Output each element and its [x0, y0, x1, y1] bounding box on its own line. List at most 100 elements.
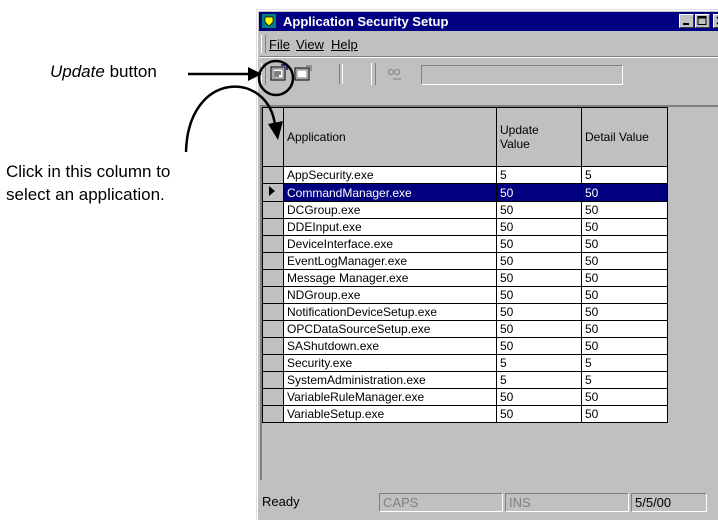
cell-detail-value[interactable]: 50 — [581, 337, 668, 355]
toolbar-separator — [339, 64, 343, 84]
cell-update-value[interactable]: 5 — [496, 166, 582, 184]
cell-application[interactable]: DeviceInterface.exe — [283, 235, 497, 253]
cell-detail-value[interactable]: 50 — [581, 405, 668, 423]
detail-button[interactable] — [292, 63, 314, 85]
row-selector[interactable] — [262, 218, 284, 236]
table-row[interactable]: DCGroup.exe 50 50 — [262, 201, 668, 219]
minimize-button[interactable] — [679, 14, 694, 28]
cell-application[interactable]: EventLogManager.exe — [283, 252, 497, 270]
row-selector[interactable] — [262, 303, 284, 321]
column-header-application[interactable]: Application — [283, 107, 497, 167]
application-table: Application Update Value Detail Value Ap… — [262, 107, 668, 423]
cell-update-value[interactable]: 50 — [496, 320, 582, 338]
cell-update-value[interactable]: 5 — [496, 354, 582, 372]
close-button[interactable] — [713, 14, 718, 28]
cell-application[interactable]: VariableSetup.exe — [283, 405, 497, 423]
minimize-icon — [683, 23, 689, 25]
cell-application[interactable]: CommandManager.exe — [283, 183, 497, 202]
maximize-icon — [697, 16, 707, 25]
menu-help[interactable]: Help — [331, 37, 358, 52]
cell-application[interactable]: DCGroup.exe — [283, 201, 497, 219]
table-row[interactable]: OPCDataSourceSetup.exe 50 50 — [262, 320, 668, 338]
table-row[interactable]: DeviceInterface.exe 50 50 — [262, 235, 668, 253]
cell-application[interactable]: DDEInput.exe — [283, 218, 497, 236]
table-row[interactable]: Security.exe 5 5 — [262, 354, 668, 372]
cell-detail-value[interactable]: 50 — [581, 183, 668, 202]
table-row[interactable]: NotificationDeviceSetup.exe 50 50 — [262, 303, 668, 321]
cell-application[interactable]: VariableRuleManager.exe — [283, 388, 497, 406]
find-combo[interactable] — [421, 65, 623, 85]
cell-update-value[interactable]: 50 — [496, 183, 582, 202]
table-row[interactable]: Message Manager.exe 50 50 — [262, 269, 668, 287]
cell-update-value[interactable]: 50 — [496, 388, 582, 406]
row-selector[interactable] — [262, 183, 284, 202]
column-header-update-value[interactable]: Update Value — [496, 107, 582, 167]
cell-update-value[interactable]: 50 — [496, 252, 582, 270]
cell-application[interactable]: NotificationDeviceSetup.exe — [283, 303, 497, 321]
cell-detail-value[interactable]: 5 — [581, 354, 668, 372]
cell-update-value[interactable]: 50 — [496, 286, 582, 304]
row-selector[interactable] — [262, 371, 284, 389]
menu-file[interactable]: File — [269, 37, 290, 52]
cell-detail-value[interactable]: 50 — [581, 252, 668, 270]
cell-detail-value[interactable]: 50 — [581, 303, 668, 321]
maximize-button[interactable] — [695, 14, 710, 28]
find-button[interactable] — [385, 63, 407, 85]
cell-update-value[interactable]: 50 — [496, 269, 582, 287]
cell-detail-value[interactable]: 50 — [581, 320, 668, 338]
table-row[interactable]: CommandManager.exe 50 50 — [262, 183, 668, 202]
cell-update-value[interactable]: 5 — [496, 371, 582, 389]
row-selector[interactable] — [262, 166, 284, 184]
table-row[interactable]: SystemAdministration.exe 5 5 — [262, 371, 668, 389]
cell-update-value[interactable]: 50 — [496, 218, 582, 236]
table-row[interactable]: AppSecurity.exe 5 5 — [262, 166, 668, 184]
cell-detail-value[interactable]: 50 — [581, 269, 668, 287]
row-selector[interactable] — [262, 388, 284, 406]
update-button[interactable] — [268, 63, 290, 85]
cell-detail-value[interactable]: 5 — [581, 166, 668, 184]
row-selector[interactable] — [262, 269, 284, 287]
cell-update-value[interactable]: 50 — [496, 235, 582, 253]
table-row[interactable]: DDEInput.exe 50 50 — [262, 218, 668, 236]
cell-application[interactable]: Security.exe — [283, 354, 497, 372]
table-row[interactable]: EventLogManager.exe 50 50 — [262, 252, 668, 270]
cell-application[interactable]: SAShutdown.exe — [283, 337, 497, 355]
cell-detail-value[interactable]: 50 — [581, 201, 668, 219]
menu-view-label: View — [296, 37, 324, 52]
table-row[interactable]: VariableSetup.exe 50 50 — [262, 405, 668, 423]
table-row[interactable]: NDGroup.exe 50 50 — [262, 286, 668, 304]
row-selector[interactable] — [262, 405, 284, 423]
cell-application[interactable]: OPCDataSourceSetup.exe — [283, 320, 497, 338]
application-grid: Application Update Value Detail Value Ap… — [260, 105, 718, 480]
table-row[interactable]: VariableRuleManager.exe 50 50 — [262, 388, 668, 406]
current-row-pointer-icon — [269, 186, 275, 196]
cell-application[interactable]: Message Manager.exe — [283, 269, 497, 287]
cell-update-value[interactable]: 50 — [496, 337, 582, 355]
row-selector[interactable] — [262, 320, 284, 338]
cell-update-value[interactable]: 50 — [496, 303, 582, 321]
cell-detail-value[interactable]: 50 — [581, 218, 668, 236]
table-row[interactable]: SAShutdown.exe 50 50 — [262, 337, 668, 355]
cell-update-value[interactable]: 50 — [496, 405, 582, 423]
toolbar-grip — [261, 63, 266, 85]
cell-update-value[interactable]: 50 — [496, 201, 582, 219]
row-selector[interactable] — [262, 354, 284, 372]
row-selector[interactable] — [262, 235, 284, 253]
cell-application[interactable]: SystemAdministration.exe — [283, 371, 497, 389]
row-selector[interactable] — [262, 252, 284, 270]
row-selector[interactable] — [262, 337, 284, 355]
toolbar-grip-2 — [371, 63, 376, 85]
cell-detail-value[interactable]: 50 — [581, 286, 668, 304]
cell-application[interactable]: AppSecurity.exe — [283, 166, 497, 184]
title-bar[interactable]: Application Security Setup — [259, 12, 718, 31]
cell-detail-value[interactable]: 50 — [581, 388, 668, 406]
status-text: Ready — [262, 494, 300, 509]
row-selector[interactable] — [262, 201, 284, 219]
cell-detail-value[interactable]: 5 — [581, 371, 668, 389]
column-header-detail-value[interactable]: Detail Value — [581, 107, 668, 167]
cell-detail-value[interactable]: 50 — [581, 235, 668, 253]
menu-view[interactable]: View — [296, 37, 324, 52]
row-selector[interactable] — [262, 286, 284, 304]
cell-application[interactable]: NDGroup.exe — [283, 286, 497, 304]
update-button-annotation: Update button — [50, 62, 157, 82]
